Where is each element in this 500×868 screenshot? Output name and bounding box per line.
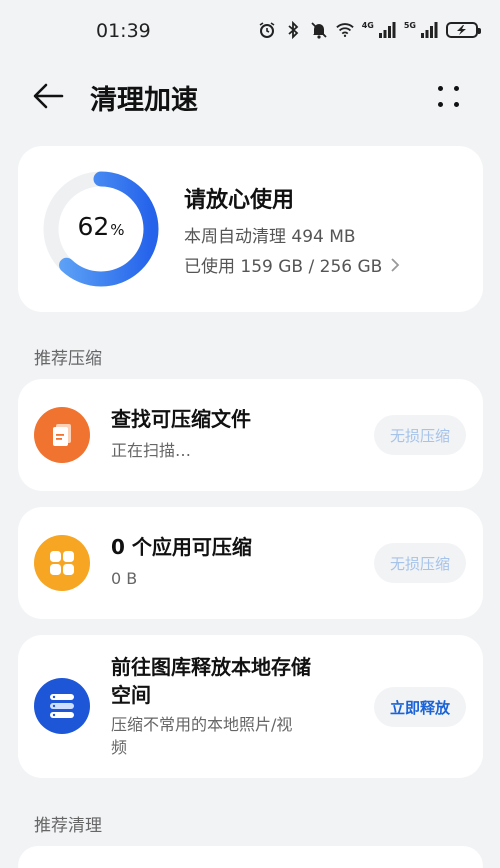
free-now-button[interactable]: 立即释放	[373, 687, 466, 727]
storage-stack-icon	[50, 694, 74, 718]
app-header: 清理加速	[0, 64, 500, 128]
mute-bell-icon	[310, 21, 328, 39]
storage-percent: 62	[77, 212, 110, 241]
compressible-apps-card[interactable]: 0 个应用可压缩 0 B 无损压缩	[18, 507, 483, 619]
section-title-compress: 推荐压缩	[34, 349, 102, 369]
signal1-label: 4G	[361, 21, 374, 30]
wifi-icon	[335, 21, 354, 39]
storage-status: 请放心使用	[184, 188, 295, 213]
lossless-compress-button[interactable]: 无损压缩	[373, 415, 466, 455]
item-subtitle-line1: 压缩不常用的本地照片/视	[111, 715, 293, 734]
item-title: 0 个应用可压缩	[111, 535, 252, 559]
storage-used-text: 已使用 159 GB / 256 GB	[184, 257, 383, 277]
section-title-clean: 推荐清理	[34, 816, 102, 836]
apps-grid-icon	[50, 551, 74, 575]
item-icon-bg	[34, 407, 90, 463]
storage-percent-sign: %	[110, 221, 125, 239]
weekly-clean-info: 本周自动清理 494 MB	[184, 227, 356, 247]
lossless-compress-button[interactable]: 无损压缩	[373, 543, 466, 583]
item-title-line2: 空间	[111, 683, 151, 707]
signal-strength-icon	[420, 21, 438, 39]
recommended-clean-card[interactable]	[18, 846, 483, 868]
status-icons: 4G 5G	[258, 21, 481, 39]
arrow-left-icon	[33, 83, 64, 109]
storage-usage-ring: 62 %	[40, 168, 162, 290]
gallery-free-space-card[interactable]: 前往图库释放本地存储 空间 压缩不常用的本地照片/视 频 立即释放	[18, 635, 483, 778]
status-bar: 01:39 4G 5G	[0, 0, 500, 64]
item-icon-bg	[34, 535, 90, 591]
item-subtitle-line2: 频	[111, 738, 128, 757]
battery-charging-icon	[446, 22, 481, 38]
item-subtitle: 0 B	[111, 569, 138, 588]
bluetooth-icon	[284, 21, 302, 39]
signal2-label: 5G	[403, 21, 416, 30]
chevron-right-icon	[391, 257, 400, 272]
storage-used-link[interactable]: 已使用 159 GB / 256 GB	[184, 252, 400, 277]
back-button[interactable]	[30, 78, 70, 114]
document-icon	[53, 424, 71, 446]
status-time: 01:39	[96, 20, 151, 42]
signal-strength-icon	[378, 21, 396, 39]
item-title: 查找可压缩文件	[111, 407, 251, 431]
item-title-line1: 前往图库释放本地存储	[111, 655, 311, 679]
item-subtitle: 正在扫描…	[111, 441, 192, 460]
item-icon-bg	[34, 678, 90, 734]
page-title: 清理加速	[90, 85, 198, 116]
alarm-icon	[258, 21, 276, 39]
find-compressible-files-card[interactable]: 查找可压缩文件 正在扫描… 无损压缩	[18, 379, 483, 491]
more-options-button[interactable]	[436, 80, 464, 112]
storage-summary-card[interactable]: 62 % 请放心使用 本周自动清理 494 MB 已使用 159 GB / 25…	[18, 146, 483, 312]
